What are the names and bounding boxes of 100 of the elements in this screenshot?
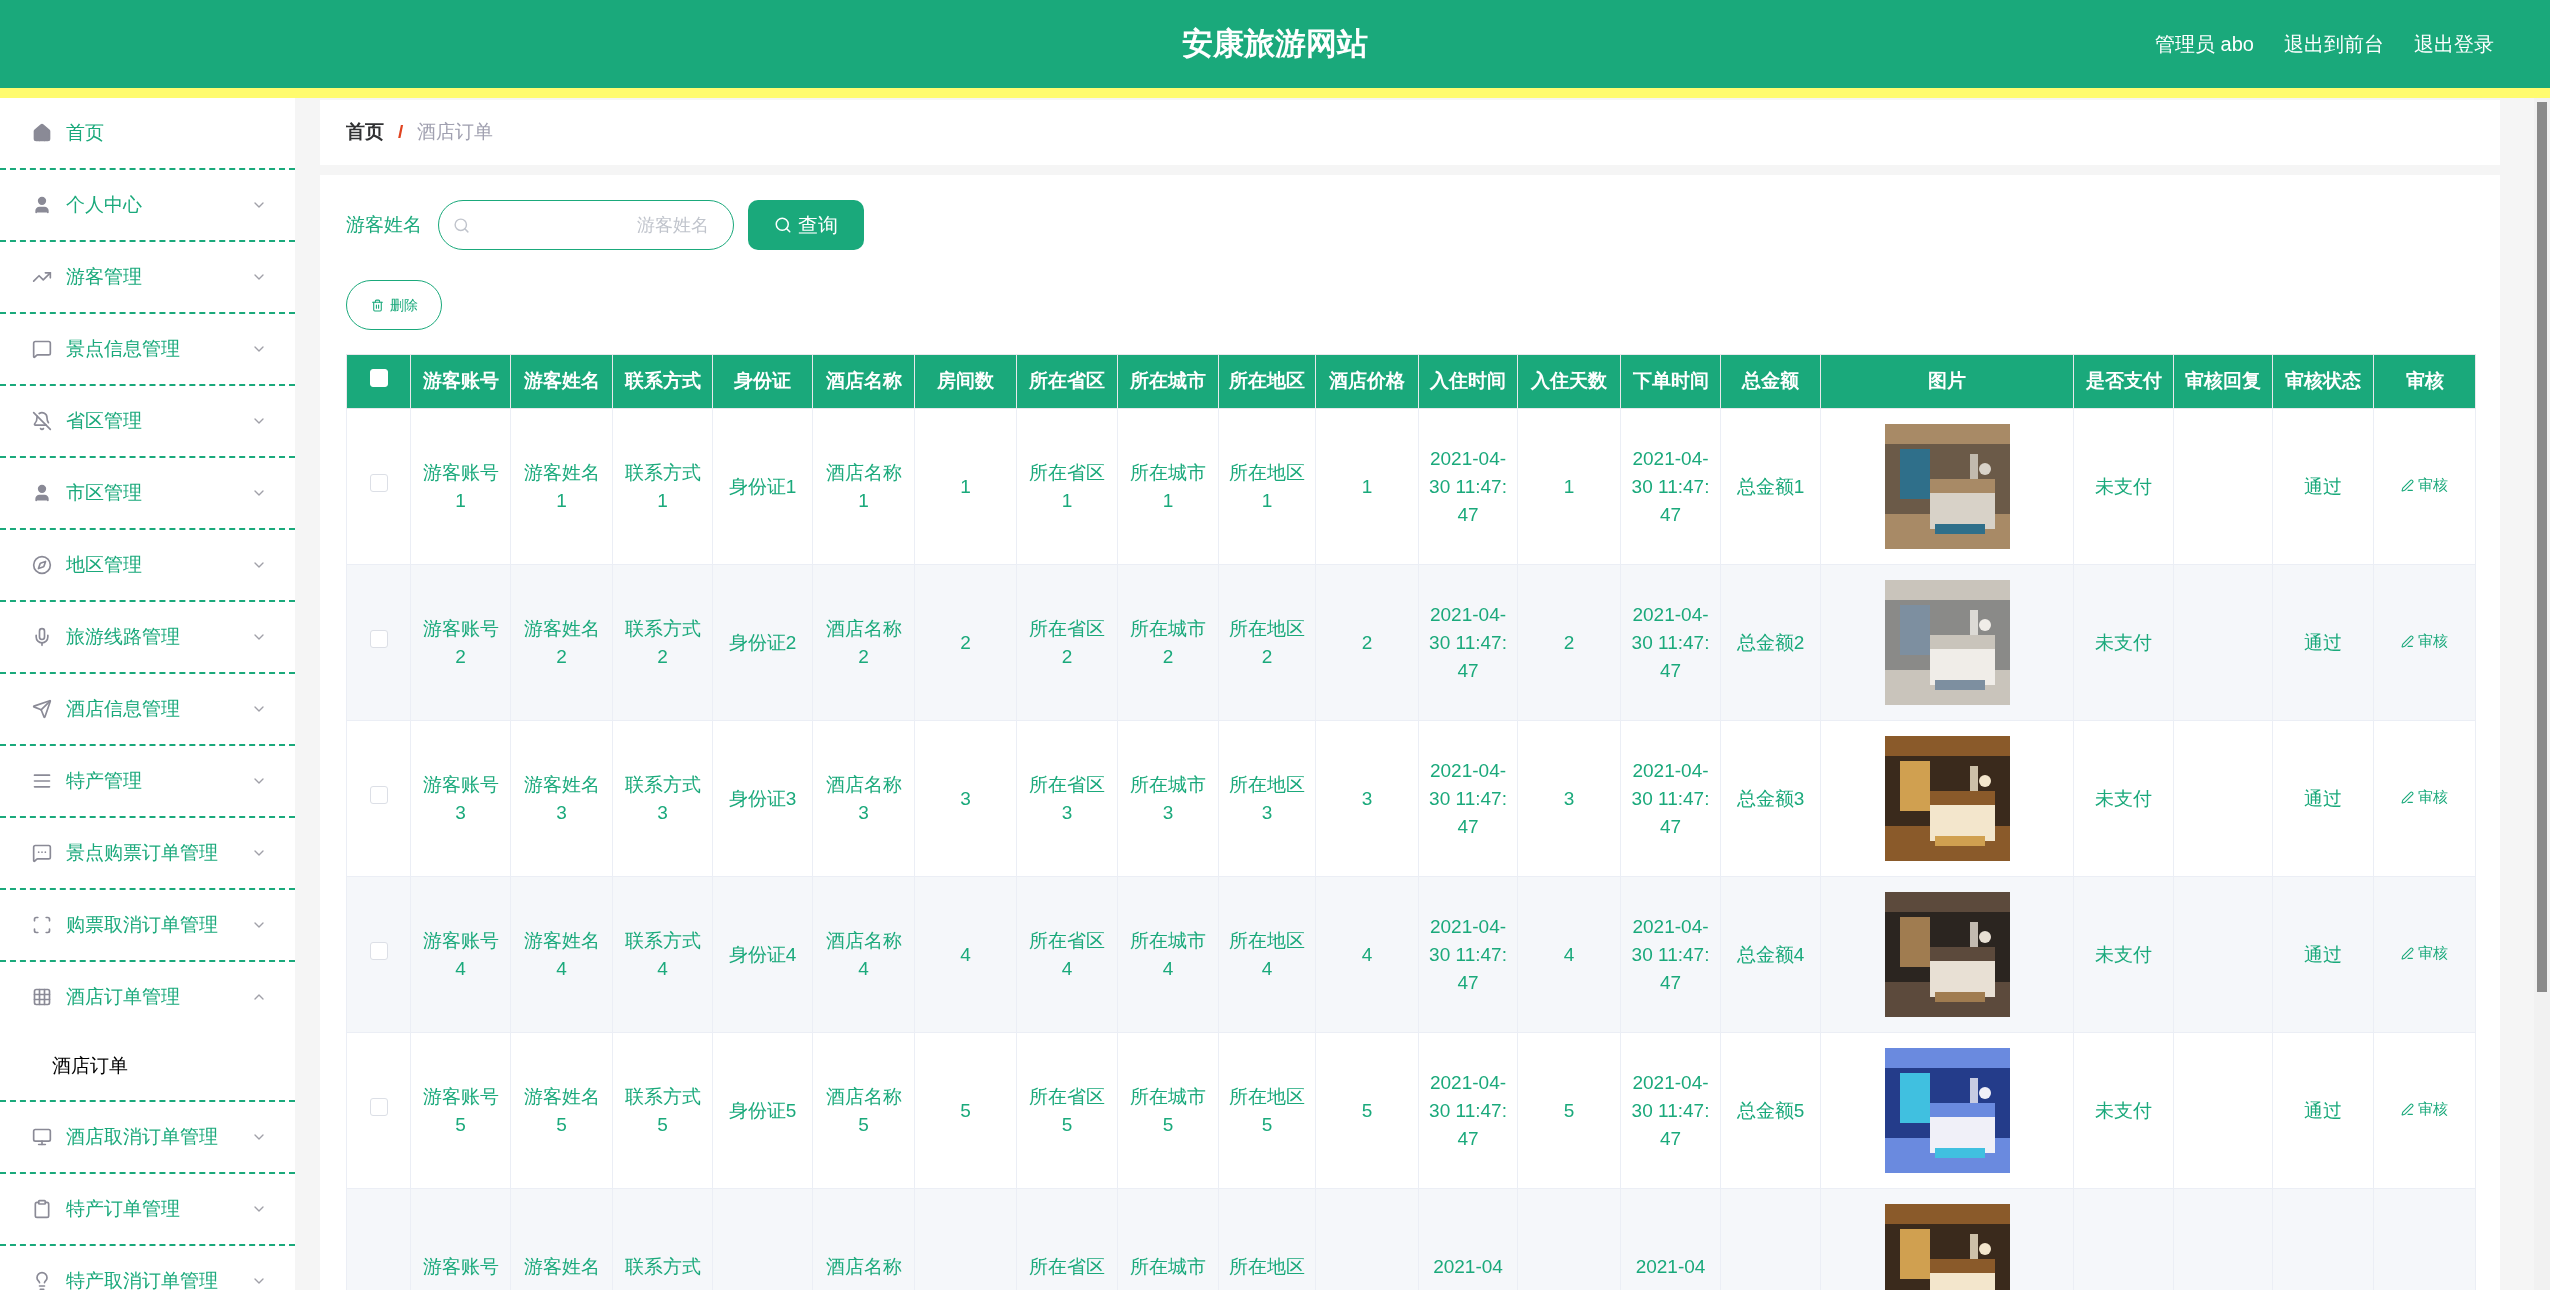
table-cell-text: 2021-04-30 11:47:47 (1429, 1070, 1507, 1151)
table-cell-text: 酒店名称1 (824, 460, 903, 513)
table-cell-text: 游客账号5 (421, 1084, 500, 1137)
checkbox[interactable] (369, 474, 388, 492)
column-header: 所在省区 (1016, 354, 1118, 409)
sidebar-item[interactable]: 旅游线路管理 (0, 602, 295, 672)
sidebar-item[interactable]: 个人中心 (0, 170, 295, 240)
review-link[interactable]: 审核 (2401, 1098, 2448, 1121)
search-input[interactable]: 游客姓名 (470, 211, 719, 239)
sidebar-item[interactable]: 酒店信息管理 (0, 674, 295, 744)
checkbox[interactable] (369, 942, 388, 960)
table-cell-text: 2 (1563, 630, 1575, 655)
column-header: 所在城市 (1117, 354, 1219, 409)
column-header: 图片 (1820, 354, 2074, 409)
table-cell-text: 酒店名称2 (824, 616, 903, 669)
chat-icon (32, 843, 52, 863)
column-header: 所在地区 (1218, 354, 1316, 409)
column-header: 游客姓名 (510, 354, 613, 409)
submenu-item[interactable]: 酒店订单 (0, 1032, 295, 1100)
delete-button[interactable]: 删除 (346, 280, 442, 330)
table-cell-text: 酒店名称4 (824, 928, 903, 981)
table-cell-text: 所在地区1 (1228, 460, 1306, 513)
table-cell-text: 4 (1361, 942, 1373, 967)
edit-icon (2401, 946, 2414, 960)
sidebar-item[interactable]: 游客管理 (0, 242, 295, 312)
scan-icon (32, 915, 52, 935)
sidebar-item[interactable]: 省区管理 (0, 386, 295, 456)
table-cell-text: 身份证5 (728, 1098, 797, 1123)
table-cell-text: 2021-04-30 11:47:47 (1631, 1070, 1710, 1151)
sidebar-item[interactable]: 景点信息管理 (0, 314, 295, 384)
column-header: 是否支付 (2073, 354, 2174, 409)
table-cell-text: 联系方式 (624, 1254, 701, 1279)
table-cell-text: 游客账号4 (421, 928, 500, 981)
search-icon (453, 216, 470, 234)
send-icon (32, 699, 52, 719)
table-cell-text: 身份证2 (728, 630, 797, 655)
table-cell-text: 酒店名称5 (824, 1084, 903, 1137)
table-cell-text: 游客账号1 (421, 460, 500, 513)
column-header: 审核回复 (2173, 354, 2273, 409)
user-icon (32, 195, 52, 215)
site-title: 安康旅游网站 (1182, 24, 1368, 63)
grid-icon (32, 987, 52, 1007)
sidebar-item[interactable]: 酒店订单管理 (0, 962, 295, 1032)
header-link[interactable]: 退出到前台 (2284, 29, 2384, 59)
sidebar-item[interactable]: 特产管理 (0, 746, 295, 816)
column-header: 入住天数 (1517, 354, 1621, 409)
review-link[interactable]: 审核 (2401, 630, 2448, 653)
table-cell-text: 所在省区 (1029, 1254, 1105, 1279)
trash-icon (370, 298, 384, 312)
table-cell-text: 酒店名称 (825, 1254, 902, 1279)
search-field[interactable]: 游客姓名 (438, 200, 734, 250)
message-icon (32, 339, 52, 359)
breadcrumb-link[interactable]: 酒店订单 (417, 118, 494, 147)
column-header: 联系方式 (612, 354, 713, 409)
checkbox[interactable] (369, 786, 388, 804)
table-cell-text: 所在城市 (1130, 1254, 1206, 1279)
checkbox[interactable] (369, 630, 388, 648)
review-link[interactable]: 审核 (2401, 942, 2448, 965)
table-cell-text: 联系方式2 (623, 616, 702, 669)
edit-icon (2401, 634, 2414, 648)
sidebar-item[interactable]: 景点购票订单管理 (0, 818, 295, 888)
table-cell-text: 2021-04-30 11:47:47 (1631, 446, 1710, 527)
table-cell-text: 2 (960, 630, 971, 655)
table-cell-text: 2021-04-30 11:47:47 (1429, 446, 1507, 527)
header-link[interactable]: 退出登录 (2414, 29, 2494, 59)
table-cell-text: 酒店名称3 (824, 772, 903, 825)
sidebar-item[interactable]: 酒店取消订单管理 (0, 1102, 295, 1172)
sidebar-item[interactable]: 地区管理 (0, 530, 295, 600)
table-cell-text: 游客姓名3 (522, 772, 601, 825)
table-cell-text: 联系方式1 (623, 460, 702, 513)
sidebar-item[interactable]: 特产订单管理 (0, 1174, 295, 1244)
sidebar-item[interactable]: 特产取消订单管理 (0, 1246, 295, 1290)
checkbox[interactable] (369, 1098, 388, 1116)
table-cell-text: 总金额4 (1736, 942, 1805, 967)
sidebar-item[interactable]: 首页 (0, 98, 295, 168)
query-button[interactable]: 查询 (748, 200, 864, 250)
table-cell-text: 联系方式3 (623, 772, 702, 825)
review-link[interactable]: 审核 (2401, 474, 2448, 497)
header-link[interactable]: 管理员 abo (2155, 29, 2254, 59)
edit-icon (2401, 790, 2414, 804)
edit-icon (2401, 478, 2414, 492)
table-cell-text: 所在省区4 (1028, 928, 1106, 981)
breadcrumb-link[interactable]: 首页 (346, 118, 384, 147)
table-cell-text: 2 (1361, 630, 1373, 655)
table-cell-text: 所在省区3 (1028, 772, 1106, 825)
review-link[interactable]: 审核 (2401, 786, 2448, 809)
table-cell-text: 未支付 (2095, 942, 2152, 967)
sidebar-item[interactable]: 市区管理 (0, 458, 295, 528)
table-cell-text: 未支付 (2095, 630, 2152, 655)
table-cell-text: 2021-04-30 11:47:47 (1631, 914, 1710, 995)
table-cell-text: 2021-04-30 11:47:47 (1429, 914, 1507, 995)
table-cell-text: 5 (1361, 1098, 1373, 1123)
edit-icon (2401, 1102, 2414, 1116)
home-icon (32, 123, 52, 143)
sidebar-item[interactable]: 购票取消订单管理 (0, 890, 295, 960)
table-cell-text: 通过 (2304, 474, 2342, 499)
compass-icon (32, 555, 52, 575)
table-cell-text: 所在城市1 (1129, 460, 1207, 513)
table-cell-text: 所在省区5 (1028, 1084, 1106, 1137)
table-cell-text: 1 (960, 474, 971, 499)
